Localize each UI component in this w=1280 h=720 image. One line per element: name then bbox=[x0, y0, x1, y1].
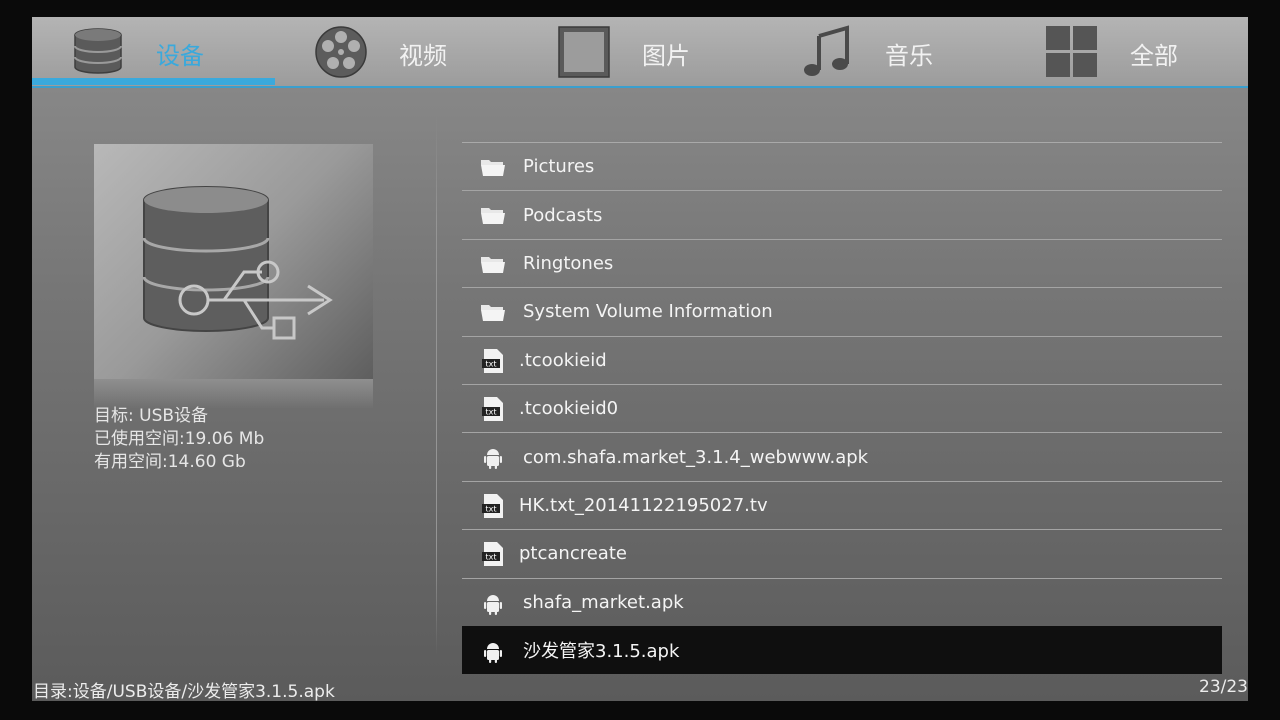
device-target: 目标: USB设备 bbox=[94, 406, 209, 426]
panel-divider bbox=[436, 115, 437, 655]
tab-device[interactable]: 设备 bbox=[32, 17, 275, 86]
file-row[interactable]: txt .tcookieid bbox=[462, 335, 1222, 384]
usb-database-icon bbox=[142, 186, 333, 340]
device-preview bbox=[94, 144, 373, 379]
android-icon bbox=[484, 594, 502, 615]
file-manager-screen: 设备 视频 图片 音乐 全部 目标: USB设备 已使用空间:19.06 Mb … bbox=[32, 17, 1248, 701]
file-row[interactable]: shafa_market.apk bbox=[462, 577, 1222, 626]
tab-label: 设备 bbox=[156, 42, 204, 70]
android-icon bbox=[484, 449, 502, 470]
svg-text:txt: txt bbox=[485, 553, 496, 562]
folder-icon bbox=[481, 208, 505, 225]
android-icon bbox=[484, 642, 502, 663]
txt-file-icon: txt bbox=[482, 348, 503, 373]
file-name: Pictures bbox=[523, 156, 595, 178]
tab-music[interactable]: 音乐 bbox=[761, 17, 1004, 86]
tab-label: 音乐 bbox=[885, 42, 933, 70]
music-note-icon bbox=[804, 25, 849, 76]
txt-file-icon: txt bbox=[482, 542, 503, 567]
tab-label: 图片 bbox=[642, 42, 690, 70]
file-name: HK.txt_20141122195027.tv bbox=[519, 494, 768, 516]
svg-text:txt: txt bbox=[485, 407, 496, 416]
folder-row[interactable]: Podcasts bbox=[462, 190, 1222, 238]
file-row[interactable]: txt ptcancreate bbox=[462, 529, 1222, 577]
database-icon bbox=[74, 28, 122, 74]
folder-icon bbox=[481, 305, 505, 322]
category-tab-bar: 设备 视频 图片 音乐 全部 bbox=[32, 17, 1248, 88]
file-row[interactable]: txt .tcookieid0 bbox=[462, 383, 1222, 432]
tab-all[interactable]: 全部 bbox=[1004, 17, 1247, 86]
file-name: 沙发管家3.1.5.apk bbox=[523, 641, 680, 663]
tab-label: 视频 bbox=[399, 42, 447, 70]
folder-row[interactable]: System Volume Information bbox=[462, 287, 1222, 335]
svg-text:txt: txt bbox=[485, 504, 496, 513]
film-reel-icon bbox=[315, 26, 367, 78]
grid-icon bbox=[1046, 26, 1097, 77]
tab-video[interactable]: 视频 bbox=[275, 17, 518, 86]
folder-row[interactable]: Pictures bbox=[462, 142, 1222, 190]
file-name: ptcancreate bbox=[519, 543, 627, 565]
file-name: Ringtones bbox=[523, 252, 614, 274]
folder-icon bbox=[481, 256, 505, 273]
file-name: System Volume Information bbox=[523, 301, 773, 323]
file-row[interactable]: 沙发管家3.1.5.apk bbox=[462, 625, 1222, 674]
txt-file-icon: txt bbox=[482, 493, 503, 518]
device-free-space: 有用空间:14.60 Gb bbox=[94, 452, 246, 472]
file-name: shafa_market.apk bbox=[523, 591, 684, 613]
file-list: Pictures Podcasts Ringtones System Volume I… bbox=[462, 142, 1222, 674]
folder-row[interactable]: Ringtones bbox=[462, 238, 1222, 287]
folder-icon bbox=[481, 160, 505, 176]
file-name: .tcookieid0 bbox=[519, 398, 619, 420]
picture-frame-icon bbox=[558, 26, 610, 78]
file-name: com.shafa.market_3.1.4_webwww.apk bbox=[523, 446, 869, 468]
tab-pictures[interactable]: 图片 bbox=[518, 17, 761, 86]
file-name: .tcookieid bbox=[519, 349, 607, 371]
file-row[interactable]: txt HK.txt_20141122195027.tv bbox=[462, 480, 1222, 529]
file-name: Podcasts bbox=[523, 204, 603, 226]
tab-label: 全部 bbox=[1130, 42, 1178, 70]
current-path: 目录:设备/USB设备/沙发管家3.1.5.apk bbox=[33, 682, 335, 701]
svg-text:txt: txt bbox=[485, 359, 496, 368]
device-used-space: 已使用空间:19.06 Mb bbox=[94, 429, 265, 449]
item-count: 23/23 bbox=[1199, 677, 1248, 697]
file-row[interactable]: com.shafa.market_3.1.4_webwww.apk bbox=[462, 432, 1222, 480]
txt-file-icon: txt bbox=[482, 396, 503, 421]
